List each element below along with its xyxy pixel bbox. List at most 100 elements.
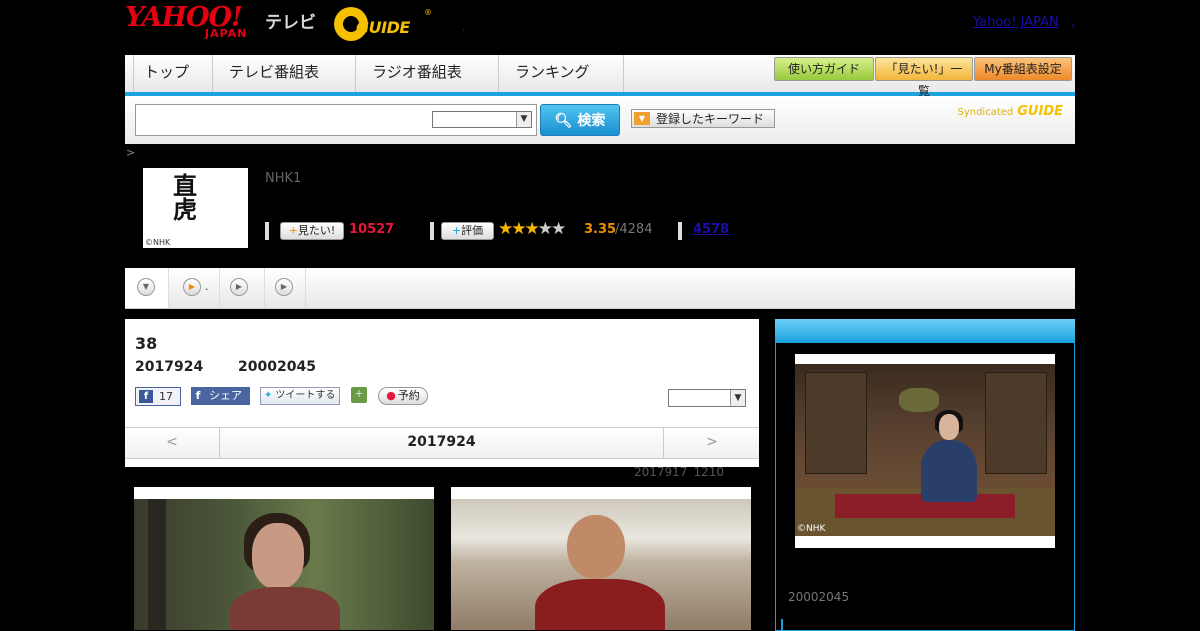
play-icon: ▶ [230, 278, 248, 296]
photo-scene [451, 499, 751, 630]
nav-tab-top[interactable]: トップ [134, 55, 213, 92]
syndicated-logo: GUIDE [1017, 104, 1063, 119]
program-tabstrip: ▼ ▶ . ▶ ▶ [125, 268, 1075, 309]
star-icon: ★ [524, 219, 540, 239]
tab-3[interactable]: ▶ [220, 268, 265, 308]
facebook-like-count: 17 [159, 390, 173, 403]
search-button-label: 検索 [577, 113, 606, 129]
scene-wall-panel [985, 372, 1047, 474]
tweet-button[interactable]: ✦ ツイートする [260, 387, 340, 405]
sidebar-image-copyright: ©NHK [797, 524, 826, 534]
mitai-list-button[interactable]: 「見たい!」一覧 [875, 57, 973, 98]
divider [678, 222, 682, 240]
mitai-button[interactable]: +見たい! [280, 222, 344, 240]
tv-label[interactable]: テレビ [265, 8, 316, 33]
sidebar-header [775, 319, 1075, 343]
gguide-logo[interactable]: GUIDE ® [334, 7, 432, 41]
tweet-label: ツイートする [275, 390, 336, 401]
rating-value: 3.35 [584, 222, 617, 237]
facebook-icon: f [139, 390, 153, 403]
mitai-count: 10527 [349, 222, 395, 237]
pager-next-button[interactable]: > [663, 428, 760, 458]
tab-episode[interactable]: ▼ [125, 268, 169, 308]
pager-prev-button[interactable]: < [125, 428, 220, 458]
chevron-down-icon: ▼ [516, 112, 531, 127]
search-button[interactable]: 🔍︎ 検索 [540, 104, 620, 136]
photo-robe [535, 579, 665, 630]
mitai-label: 見たい! [297, 224, 336, 237]
thumbnail-copyright: ©NHK [145, 238, 171, 247]
photo-head [567, 515, 625, 579]
episode-photo [451, 487, 751, 630]
rating-stars: ★★★★★ [498, 219, 566, 239]
nav-tabs: トップ テレビ番組表 ラジオ番組表 ランキング [133, 55, 624, 92]
saved-keywords-button[interactable]: ▼ 登録したキーワード [631, 109, 775, 128]
scene-figure-head [939, 414, 959, 440]
episode-photo [134, 487, 434, 630]
star-icon: ★ [551, 219, 566, 239]
sidebar-marker [781, 619, 783, 630]
saved-keywords-label: 登録したキーワード [656, 112, 765, 126]
tab-4[interactable]: ▶ [265, 268, 306, 308]
sidebar-time: 20002045 [788, 590, 850, 604]
review-count-link[interactable]: 4578 [693, 222, 729, 237]
tab-2[interactable]: ▶ . [169, 268, 220, 308]
record-dot-icon: ● [386, 389, 396, 402]
triangle-down-icon: ▼ [634, 112, 650, 125]
search-bar: ▼ 🔍︎ 検索 ▼ 登録したキーワード Syndicated GUIDE [125, 96, 1075, 144]
episode-time: 20002045 [238, 359, 316, 375]
rate-button[interactable]: +評価 [441, 222, 494, 240]
chevron-down-icon: ▼ [137, 278, 155, 296]
gguide-logo-text: GUIDE [356, 18, 410, 37]
plus-icon: + [451, 224, 462, 237]
twitter-bird-icon: ✦ [264, 390, 273, 401]
updated-time: 1210 [693, 465, 724, 479]
episode-panel: 38 2017924 20002045 f 17 f シェア ✦ ツイートする ＋ ●… [125, 319, 759, 467]
photo-robe [230, 587, 340, 630]
star-icon: ★ [537, 219, 553, 239]
star-icon: ★ [511, 219, 526, 239]
play-icon: ▶ [183, 278, 201, 296]
main-nav: トップ テレビ番組表 ラジオ番組表 ランキング 使い方ガイド 「見たい!」一覧 … [125, 55, 1075, 98]
search-category-select[interactable]: ▼ [432, 111, 532, 128]
updated-date: 2017917 [634, 465, 688, 479]
gguide-reg-mark: ® [424, 8, 432, 17]
facebook-share-button[interactable]: f シェア [191, 387, 250, 405]
rate-label: 評価 [461, 224, 484, 237]
episode-select[interactable]: ▼ [668, 389, 746, 407]
photo-scene [134, 499, 434, 630]
nav-tab-tv-schedule[interactable]: テレビ番組表 [213, 55, 356, 92]
sidebar-panel: ©NHK 20002045 [775, 343, 1075, 631]
channel-name: NHK1 [265, 171, 302, 186]
pager-current-date: 2017924 [407, 434, 476, 450]
yahoo-japan-link[interactable]: Yahoo! JAPAN [973, 15, 1059, 30]
program-thumbnail: 直虎 ©NHK [143, 168, 248, 248]
facebook-like-button[interactable]: f 17 [135, 387, 181, 406]
sidebar-scene [795, 364, 1055, 536]
scene-wall-panel [805, 372, 867, 474]
yahoo-japan-label: JAPAN [205, 27, 248, 40]
rating-count: /4284 [615, 222, 653, 237]
usage-guide-button[interactable]: 使い方ガイド [774, 57, 874, 81]
nav-tab-radio-schedule[interactable]: ラジオ番組表 [356, 55, 499, 92]
header-small-link-b[interactable]: , [1071, 15, 1075, 30]
header-small-link-a[interactable]: , [462, 22, 465, 33]
episode-title: 38 [135, 334, 158, 353]
scene-ornament [899, 388, 939, 412]
syndicated-gguide: Syndicated GUIDE [957, 104, 1063, 119]
plus-icon: + [288, 224, 298, 237]
my-schedule-settings-button[interactable]: My番組表設定 [974, 57, 1072, 81]
star-icon: ★ [498, 219, 513, 239]
reserve-button[interactable]: ● 予約 [378, 387, 428, 405]
reserve-label: 予約 [397, 389, 420, 402]
facebook-icon: f [195, 389, 201, 402]
search-icon: 🔍︎ [554, 113, 573, 129]
syndicated-label: Syndicated [957, 107, 1014, 118]
calendar-add-icon[interactable]: ＋ [351, 387, 367, 403]
chevron-down-icon: ▼ [730, 390, 745, 406]
nav-tab-ranking[interactable]: ランキング [499, 55, 624, 92]
breadcrumb[interactable]: > [126, 146, 135, 159]
sidebar-image[interactable]: ©NHK [795, 354, 1055, 548]
scene-figure [921, 440, 977, 502]
photo-face [252, 523, 304, 589]
